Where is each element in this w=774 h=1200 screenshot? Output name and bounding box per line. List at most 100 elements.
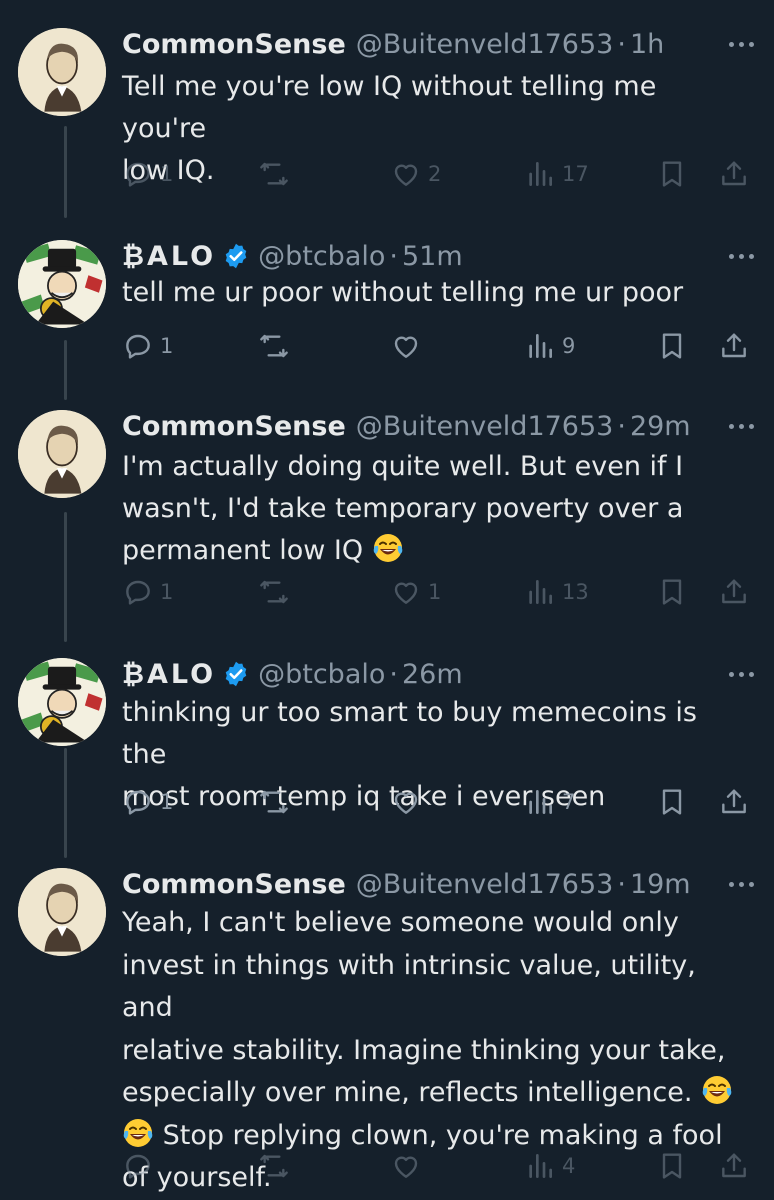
share-button[interactable] [718,572,750,612]
reply-icon [126,334,150,359]
tweet[interactable]: CommonSense @Buitenveld17653 · 1h Tell m… [0,24,774,204]
tweet-header: CommonSense @Buitenveld17653 · 29m [122,406,754,446]
reply-button[interactable]: 1 [122,782,173,822]
avatar[interactable] [18,868,106,956]
like-button[interactable] [390,1146,428,1186]
display-name[interactable]: ₿ALO [122,241,216,272]
tweet-text-line-with-emoji: permanent low IQ [122,530,744,572]
display-name[interactable]: CommonSense [122,29,346,60]
tweet[interactable]: ₿ALO @btcbalo · 26m thinking ur too smar… [0,654,774,834]
tweet[interactable]: ₿ALO @btcbalo · 51m tell me ur poor with… [0,236,774,386]
share-icon [722,579,746,604]
share-icon [722,1153,746,1178]
user-handle[interactable]: @Buitenveld17653 [356,411,614,442]
views-button[interactable]: 13 [524,572,589,612]
avatar[interactable] [18,240,106,328]
timestamp[interactable]: 19m [630,869,691,900]
like-button[interactable] [390,326,428,366]
action-bar: 1 9 [0,326,774,366]
tweet-text-line: wasn't, I'd take temporary poverty over … [122,493,684,524]
retweet-button[interactable] [258,1146,296,1186]
tweet-text-line: tell me ur poor without telling me ur po… [122,277,684,308]
bookmark-button[interactable] [656,572,688,612]
more-icon[interactable] [729,406,754,446]
reply-count: 1 [160,162,174,186]
view-count: 13 [562,580,589,604]
views-icon [529,162,552,186]
more-icon[interactable] [729,654,754,694]
like-count: 2 [428,162,442,186]
share-button[interactable] [718,326,750,366]
tweet-text-line: I'm actually doing quite well. But even … [122,451,684,482]
tweet-text-line: permanent low IQ [122,535,364,566]
user-handle[interactable]: @btcbalo [258,659,385,690]
display-name[interactable]: ₿ALO [122,659,216,690]
tweet[interactable]: CommonSense @Buitenveld17653 · 19m Yeah,… [0,864,774,1200]
retweet-button[interactable] [258,572,296,612]
display-name[interactable]: CommonSense [122,869,346,900]
views-button[interactable]: 7 [524,782,575,822]
portrait-avatar-image [18,28,106,116]
timestamp[interactable]: 29m [630,411,691,442]
like-button[interactable] [390,782,428,822]
verified-badge-icon [222,242,250,270]
user-handle[interactable]: @Buitenveld17653 [356,29,614,60]
more-icon[interactable] [729,24,754,64]
more-icon[interactable] [729,864,754,904]
share-button[interactable] [718,154,750,194]
reply-button[interactable]: 1 [122,572,173,612]
bookmark-button[interactable] [656,1146,688,1186]
view-count: 7 [562,790,576,814]
bookmark-button[interactable] [656,782,688,822]
bookmark-button[interactable] [656,326,688,366]
user-handle[interactable]: @btcbalo [258,241,385,272]
user-handle[interactable]: @Buitenveld17653 [356,869,614,900]
heart-icon [394,336,418,358]
retweet-button[interactable] [258,154,296,194]
retweet-icon [260,1154,288,1178]
reply-button[interactable]: 1 [122,154,173,194]
avatar[interactable] [18,658,106,746]
bookmark-button[interactable] [656,154,688,194]
more-icon[interactable] [729,236,754,276]
bookmark-icon [662,579,682,605]
laughing-tears-emoji [702,1076,732,1104]
share-icon [722,333,746,358]
avatar[interactable] [18,410,106,498]
views-icon [529,334,552,358]
action-bar: 1 1 13 [0,572,774,612]
like-button[interactable]: 2 [390,154,441,194]
views-icon [529,790,552,814]
share-button[interactable] [718,1146,750,1186]
timestamp[interactable]: 51m [402,241,463,272]
bookmark-icon [662,789,682,815]
retweet-button[interactable] [258,782,296,822]
display-name[interactable]: CommonSense [122,411,346,442]
reply-icon [126,580,150,605]
view-count: 17 [562,162,589,186]
view-count: 4 [562,1154,576,1178]
separator: · [617,868,626,900]
reply-button[interactable]: 1 [122,326,173,366]
reply-button[interactable] [122,1146,160,1186]
tweet-text-line: invest in things with intrinsic value, u… [122,949,696,1024]
tweet-header: ₿ALO @btcbalo · 51m [122,236,754,276]
tweet[interactable]: CommonSense @Buitenveld17653 · 29m I'm a… [0,406,774,616]
action-bar: 1 2 17 [0,154,774,194]
retweet-button[interactable] [258,326,296,366]
laughing-tears-emoji [373,534,403,562]
timestamp[interactable]: 26m [402,659,463,690]
avatar[interactable] [18,28,106,116]
monopoly-avatar-image [18,658,106,746]
action-bar: 4 [0,1146,774,1186]
views-button[interactable]: 4 [524,1146,575,1186]
separator: · [617,410,626,442]
heart-icon [394,582,418,604]
like-button[interactable]: 1 [390,572,441,612]
share-button[interactable] [718,782,750,822]
views-button[interactable]: 9 [524,326,575,366]
timestamp[interactable]: 1h [630,29,664,60]
tweet-header: ₿ALO @btcbalo · 26m [122,654,754,694]
portrait-avatar-image [18,868,106,956]
views-button[interactable]: 17 [524,154,589,194]
